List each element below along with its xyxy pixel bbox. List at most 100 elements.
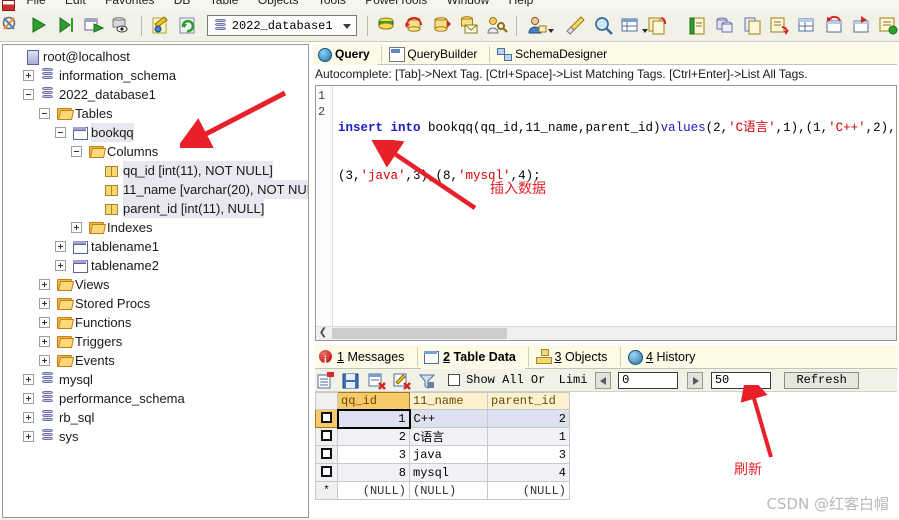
db-gold-icon[interactable]: [376, 15, 398, 37]
offset-input[interactable]: 0: [618, 372, 679, 389]
collapse-icon[interactable]: [23, 89, 34, 100]
table-import-icon[interactable]: [824, 15, 846, 37]
cell-parent-id[interactable]: 1: [487, 427, 570, 446]
cell-11-name[interactable]: C语言: [409, 427, 488, 446]
run-step-icon[interactable]: [56, 15, 78, 37]
grid-corner-header[interactable]: [315, 392, 338, 410]
limit-input[interactable]: 50: [710, 372, 771, 389]
menu-item-window[interactable]: Window: [439, 0, 498, 6]
expand-icon[interactable]: [39, 279, 50, 290]
table-row[interactable]: 3 java 3: [315, 445, 570, 464]
tab-query[interactable]: Query: [313, 44, 378, 65]
tree-node[interactable]: 2022_database1: [3, 85, 308, 104]
table-row[interactable]: 8 mysql 4: [315, 463, 570, 482]
export-green-icon[interactable]: [687, 15, 709, 37]
tree-node[interactable]: root@localhost: [3, 47, 308, 66]
database-selector[interactable]: 2022_database1: [206, 15, 357, 36]
db-mail-icon[interactable]: [458, 15, 480, 37]
run-to-grid-icon[interactable]: [83, 15, 105, 37]
grid-header-parent-id[interactable]: parent_id: [487, 392, 570, 410]
paste-doc-icon[interactable]: [742, 15, 764, 37]
data-grid[interactable]: qq_id 11_name parent_id 1 C++ 2 2 C语言 1 3 java 3…: [315, 392, 570, 500]
tree-node[interactable]: qq_id [int(11), NOT NULL]: [3, 161, 308, 180]
row-checkbox-icon[interactable]: [320, 411, 332, 423]
cell-parent-id[interactable]: 2: [487, 409, 570, 428]
expand-icon[interactable]: [71, 222, 82, 233]
tree-node[interactable]: Indexes: [3, 218, 308, 237]
user-manage-icon[interactable]: [526, 15, 554, 37]
edit-note-icon[interactable]: [150, 15, 172, 37]
tab-querybuilder[interactable]: QueryBuilder: [385, 44, 485, 65]
expand-icon[interactable]: [39, 317, 50, 328]
next-page-button[interactable]: [687, 372, 704, 389]
show-all-checkbox[interactable]: [447, 374, 460, 386]
tab-schemadesigner[interactable]: SchemaDesigner: [493, 44, 615, 65]
refresh-button[interactable]: Refresh: [784, 372, 860, 389]
new-query-icon[interactable]: [1, 15, 23, 37]
refresh-green-icon[interactable]: [177, 15, 199, 37]
grid-new-icon[interactable]: [317, 372, 335, 390]
table-row[interactable]: 2 C语言 1: [315, 427, 570, 446]
cell-parent-id[interactable]: 4: [487, 463, 570, 482]
expand-icon[interactable]: [39, 336, 50, 347]
collapse-icon[interactable]: [55, 127, 66, 138]
scrollbar-thumb[interactable]: [332, 328, 507, 339]
menu-item-favorites[interactable]: Favorites: [97, 0, 162, 6]
tree-node[interactable]: Tables: [3, 104, 308, 123]
db-import-icon[interactable]: [431, 15, 453, 37]
cell-parent-id[interactable]: 3: [487, 445, 570, 464]
row-checkbox-icon[interactable]: [321, 447, 332, 459]
database-tree[interactable]: root@localhost information_schema 2022_dat…: [3, 45, 308, 446]
tree-node[interactable]: Views: [3, 275, 308, 294]
db-sync-icon[interactable]: [404, 15, 426, 37]
row-checkbox-icon[interactable]: [321, 465, 332, 477]
cell-qq-id[interactable]: 2: [337, 427, 410, 446]
table-ok-icon[interactable]: [878, 15, 899, 37]
cell-qq-id[interactable]: 8: [337, 463, 410, 482]
table-new-icon[interactable]: [796, 15, 818, 37]
new-cell-qq-id[interactable]: (NULL): [337, 481, 410, 500]
tree-node[interactable]: parent_id [int(11), NULL]: [3, 199, 308, 218]
new-cell-11-name[interactable]: (NULL): [409, 481, 488, 500]
tree-node[interactable]: Triggers: [3, 332, 308, 351]
new-row[interactable]: * (NULL) (NULL) (NULL): [315, 481, 570, 500]
chevron-down-icon[interactable]: [342, 24, 351, 29]
new-cell-parent-id[interactable]: (NULL): [487, 481, 570, 500]
chevron-down-icon[interactable]: [547, 29, 554, 33]
save-icon[interactable]: [342, 372, 360, 390]
tree-node[interactable]: Stored Procs: [3, 294, 308, 313]
tree-node[interactable]: 11_name [varchar(20), NOT NULL]: [3, 180, 308, 199]
row-checkbox-icon[interactable]: [321, 429, 332, 441]
tab-table-data[interactable]: 2 Table Data: [421, 345, 525, 369]
tree-node[interactable]: Columns: [3, 142, 308, 161]
tab-messages[interactable]: 1 Messages: [315, 345, 413, 373]
menu-item-objects[interactable]: Objects: [250, 0, 307, 6]
row-selector[interactable]: [315, 463, 338, 482]
expand-icon[interactable]: [55, 241, 66, 252]
expand-icon[interactable]: [23, 431, 34, 442]
database-tree-panel[interactable]: root@localhost information_schema 2022_dat…: [2, 44, 309, 518]
tree-node[interactable]: performance_schema: [3, 389, 308, 408]
scroll-left-icon[interactable]: ❮: [316, 327, 330, 340]
grid-header-11-name[interactable]: 11_name: [409, 392, 488, 410]
copy-table-icon[interactable]: [647, 15, 669, 37]
db-copy-icon[interactable]: [714, 15, 736, 37]
tab-objects[interactable]: 3 Objects: [533, 345, 617, 369]
table-export-icon[interactable]: [851, 15, 873, 37]
sql-code[interactable]: insert into bookqq(qq_id,11_name,parent_…: [338, 88, 896, 216]
cell-11-name[interactable]: mysql: [409, 463, 488, 482]
cell-qq-id[interactable]: 1: [336, 408, 411, 429]
cell-11-name[interactable]: java: [409, 445, 488, 464]
tree-node[interactable]: tablename1: [3, 237, 308, 256]
run-icon[interactable]: [28, 15, 50, 37]
collapse-icon[interactable]: [39, 108, 50, 119]
export-doc-icon[interactable]: [769, 15, 791, 37]
menu-item-file[interactable]: File: [18, 0, 53, 6]
expand-icon[interactable]: [23, 70, 34, 81]
grid-header-qq-id[interactable]: qq_id: [337, 392, 410, 410]
table-row[interactable]: 1 C++ 2: [315, 408, 570, 429]
expand-icon[interactable]: [39, 298, 50, 309]
filter-icon[interactable]: [418, 372, 436, 390]
editor-horizontal-scrollbar[interactable]: ❮: [316, 326, 896, 340]
menu-item-help[interactable]: Help: [501, 0, 542, 6]
